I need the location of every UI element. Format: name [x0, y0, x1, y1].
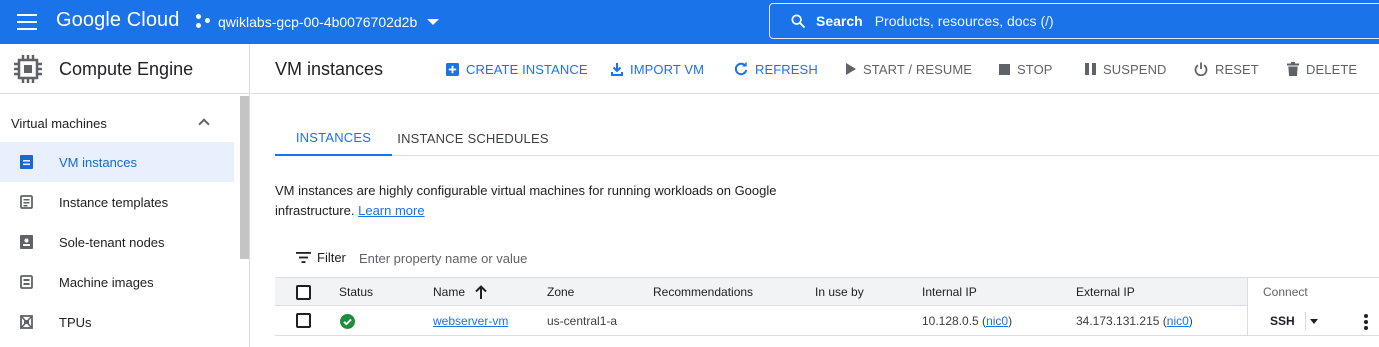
sidebar-item-instance-templates[interactable]: Instance templates: [0, 182, 234, 222]
tab-bar: INSTANCES INSTANCE SCHEDULES: [275, 120, 1379, 156]
column-name[interactable]: Name: [433, 285, 465, 299]
search-icon: [791, 14, 805, 28]
google-cloud-logo[interactable]: Google Cloud: [56, 9, 180, 32]
instance-zone: us-central1-a: [547, 314, 618, 328]
column-connect: Connect: [1263, 285, 1308, 299]
internal-ip: 10.128.0.5: [922, 314, 979, 328]
reset-button[interactable]: RESET: [1194, 61, 1259, 77]
internal-nic-link[interactable]: nic0: [986, 314, 1008, 328]
table-row: webserver-vm us-central1-a 10.128.0.5 (n…: [275, 306, 1379, 336]
external-nic-link[interactable]: nic0: [1167, 314, 1189, 328]
project-dots-icon: [196, 14, 212, 30]
column-internal-ip[interactable]: Internal IP: [922, 285, 977, 299]
chevron-down-icon: [427, 19, 440, 25]
import-vm-button[interactable]: IMPORT VM: [611, 61, 704, 77]
refresh-label: REFRESH: [755, 61, 818, 77]
suspend-button[interactable]: SUSPEND: [1085, 61, 1167, 77]
column-name-label: Name: [433, 285, 466, 299]
page-description: VM instances are highly configurable vir…: [275, 181, 815, 221]
more-actions-icon[interactable]: [1364, 314, 1368, 330]
column-external-ip[interactable]: External IP: [1076, 285, 1135, 299]
tab-instances[interactable]: INSTANCES: [275, 120, 392, 156]
row-checkbox[interactable]: [296, 313, 311, 328]
select-all-checkbox[interactable]: [296, 285, 311, 300]
external-ip-cell: 34.173.131.215 (nic0): [1076, 314, 1193, 328]
filter-label: Filter: [317, 250, 346, 265]
instance-name-link[interactable]: webserver-vm: [433, 314, 508, 328]
instance-templates-icon: [20, 195, 33, 209]
table-header: Status Name Zone Recommendations In use …: [275, 278, 1379, 306]
stop-icon: [999, 63, 1010, 75]
download-icon: [611, 63, 623, 76]
project-name: qwiklabs-gcp-00-4b0076702d2b: [218, 14, 418, 30]
top-bar: Google Cloud qwiklabs-gcp-00-4b0076702d2…: [0, 0, 1379, 44]
sidebar-section-virtual-machines[interactable]: Virtual machines: [11, 116, 107, 131]
play-icon: [846, 63, 856, 75]
internal-ip-cell: 10.128.0.5 (nic0): [922, 314, 1013, 328]
sidebar: Virtual machines VM instances Instance t…: [0, 94, 250, 347]
status-running-icon: [340, 314, 355, 329]
column-recommendations[interactable]: Recommendations: [653, 285, 753, 299]
stop-button[interactable]: STOP: [999, 61, 1053, 77]
search-bar[interactable]: Search Products, resources, docs (/): [769, 3, 1379, 39]
refresh-button[interactable]: REFRESH: [734, 61, 818, 77]
external-ip: 34.173.131.215: [1076, 314, 1160, 328]
column-zone[interactable]: Zone: [547, 285, 574, 299]
product-title: Compute Engine: [59, 59, 194, 79]
start-resume-button[interactable]: START / RESUME: [845, 61, 972, 77]
sidebar-item-label: Instance templates: [59, 194, 169, 210]
sidebar-item-sole-tenant-nodes[interactable]: Sole-tenant nodes: [0, 222, 234, 262]
trash-icon: [1287, 62, 1299, 76]
sidebar-item-label: VM instances: [59, 154, 138, 170]
page-header: VM instances CREATE INSTANCE IMPORT VM R…: [251, 44, 1379, 94]
sidebar-item-label: Sole-tenant nodes: [59, 234, 165, 250]
main-menu-icon[interactable]: [17, 14, 37, 30]
ssh-dropdown-icon[interactable]: [1310, 319, 1318, 324]
pause-icon: [1085, 63, 1096, 75]
sole-tenant-nodes-icon: [20, 235, 33, 249]
sidebar-item-label: Machine images: [59, 274, 154, 290]
sort-arrow-up-icon[interactable]: [475, 285, 487, 299]
product-header: Compute Engine: [0, 44, 250, 94]
chevron-up-icon[interactable]: [198, 118, 210, 130]
column-connect-cell: Connect: [1247, 278, 1379, 306]
sidebar-item-machine-images[interactable]: Machine images: [0, 262, 234, 302]
column-in-use-by[interactable]: In use by: [815, 285, 864, 299]
description-text: VM instances are highly configurable vir…: [275, 183, 777, 218]
filter-bar: Filter: [275, 242, 1379, 278]
sidebar-item-tpus[interactable]: TPUs: [0, 302, 234, 342]
add-box-icon: [446, 62, 459, 76]
compute-engine-icon: [14, 55, 42, 83]
power-icon: [1194, 62, 1208, 76]
reset-label: RESET: [1215, 61, 1259, 77]
project-picker[interactable]: qwiklabs-gcp-00-4b0076702d2b: [196, 10, 440, 34]
vm-instances-icon: [20, 155, 33, 169]
delete-label: DELETE: [1306, 61, 1358, 77]
create-instance-button[interactable]: CREATE INSTANCE: [446, 61, 588, 77]
sidebar-item-vm-instances[interactable]: VM instances: [0, 142, 234, 182]
search-placeholder: Products, resources, docs (/): [874, 13, 1054, 29]
tab-instance-schedules[interactable]: INSTANCE SCHEDULES: [392, 120, 554, 156]
ssh-divider: [1305, 312, 1306, 330]
refresh-icon: [734, 62, 748, 76]
filter-input[interactable]: [359, 248, 759, 268]
ssh-button[interactable]: SSH: [1270, 314, 1295, 328]
machine-images-icon: [20, 275, 33, 289]
tpus-icon: [20, 315, 33, 329]
create-instance-label: CREATE INSTANCE: [466, 61, 588, 77]
filter-icon: [296, 252, 311, 263]
connect-cell: SSH: [1247, 306, 1379, 336]
stop-label: STOP: [1017, 61, 1053, 77]
learn-more-link[interactable]: Learn more: [358, 203, 424, 218]
delete-button[interactable]: DELETE: [1287, 61, 1357, 77]
search-label: Search: [816, 13, 863, 29]
sidebar-item-label: TPUs: [59, 314, 92, 330]
page-title: VM instances: [275, 59, 384, 79]
start-resume-label: START / RESUME: [863, 61, 973, 77]
sidebar-scrollbar[interactable]: [240, 96, 249, 259]
import-vm-label: IMPORT VM: [630, 61, 705, 77]
column-status[interactable]: Status: [339, 285, 373, 299]
suspend-label: SUSPEND: [1103, 61, 1167, 77]
